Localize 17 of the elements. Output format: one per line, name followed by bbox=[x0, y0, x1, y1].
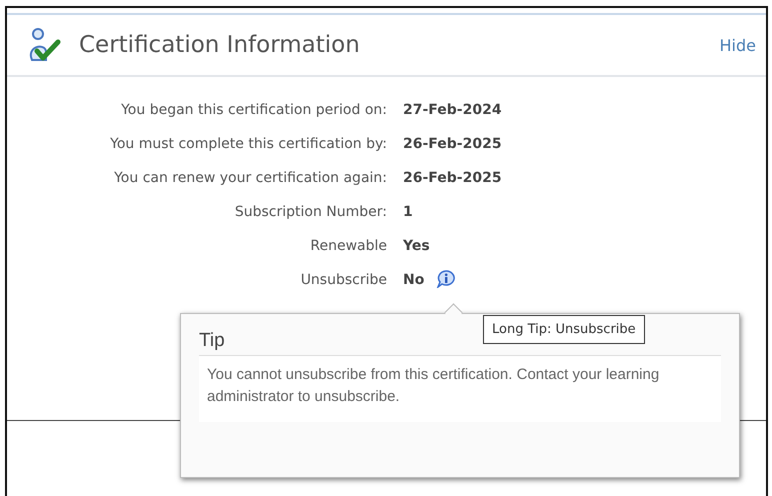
field-value: 26-Feb-2025 bbox=[403, 169, 502, 188]
field-value: 1 bbox=[403, 203, 413, 222]
field-value: 26-Feb-2025 bbox=[403, 135, 502, 154]
field-label: Unsubscribe bbox=[300, 271, 387, 290]
field-label: Renewable bbox=[309, 237, 387, 256]
info-icon[interactable] bbox=[436, 270, 456, 288]
field-value: 27-Feb-2024 bbox=[403, 101, 502, 120]
field-label: You must complete this certification by: bbox=[109, 135, 387, 154]
hide-link[interactable]: Hide bbox=[720, 36, 756, 54]
tip-text: You cannot unsubscribe from this certification. Contact your learning administrator to unsubscribe. bbox=[207, 365, 660, 407]
field-value: No bbox=[403, 271, 424, 290]
field-label: You began this certification period on: bbox=[120, 101, 387, 120]
field-label: You can renew your certification again: bbox=[113, 169, 387, 188]
field-label: Subscription Number: bbox=[234, 203, 387, 222]
field-value: Yes bbox=[403, 237, 430, 256]
panel-title: Certification Information bbox=[79, 32, 361, 58]
certified-user-icon bbox=[27, 27, 61, 63]
